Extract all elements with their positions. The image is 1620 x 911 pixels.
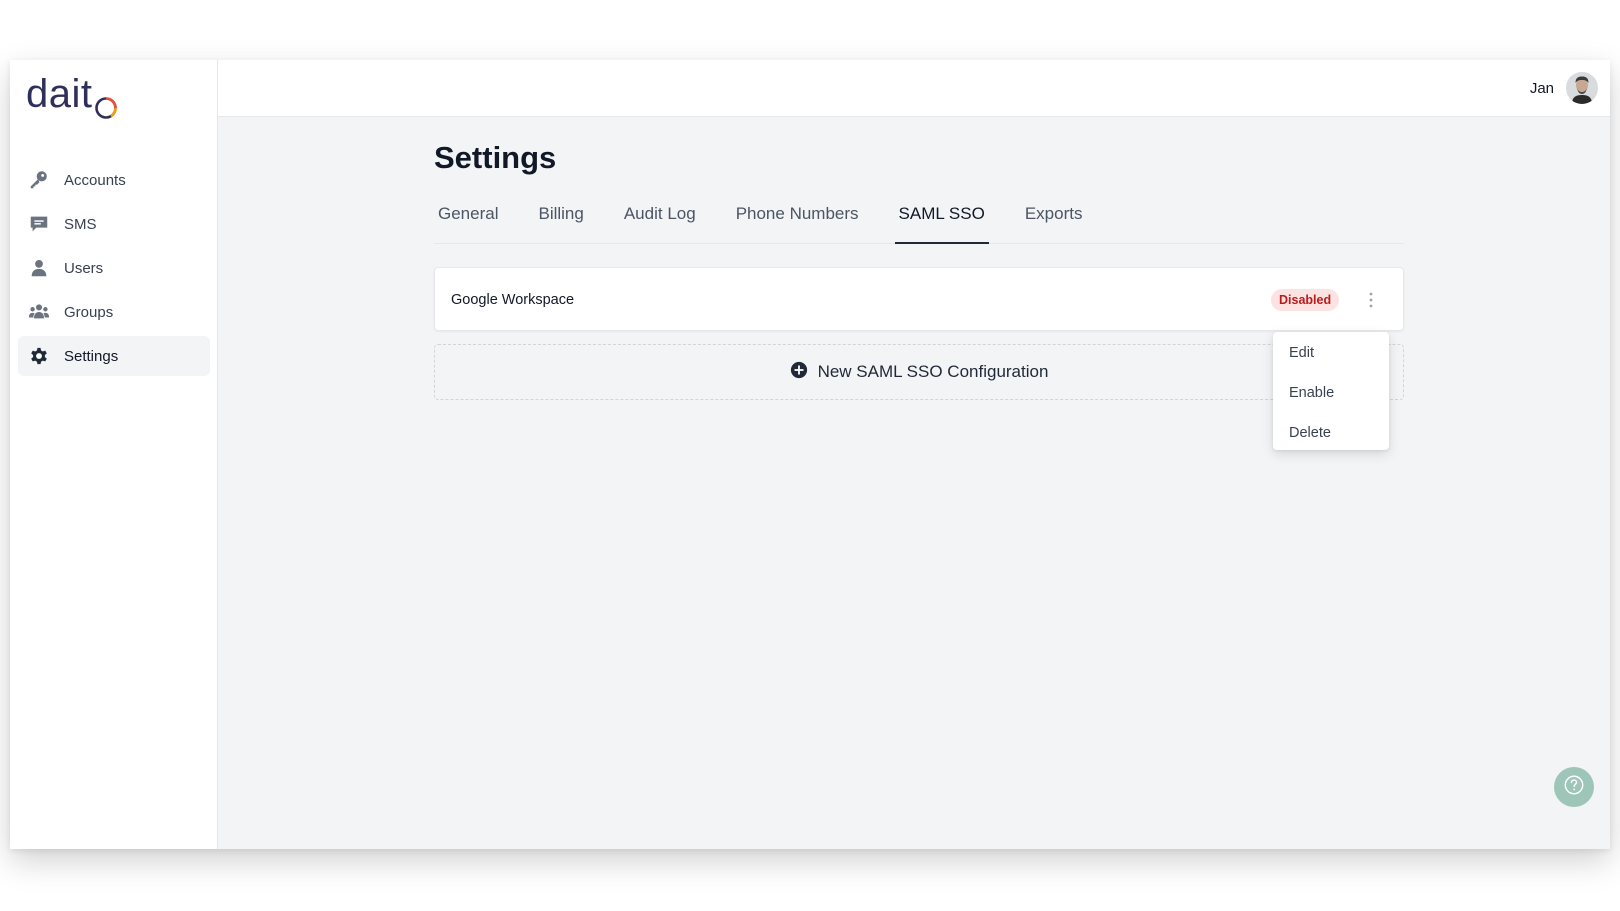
logo[interactable]: dait [26, 71, 118, 119]
sidebar-item-sms[interactable]: SMS [18, 204, 210, 244]
tab-saml-sso[interactable]: SAML SSO [894, 190, 989, 244]
help-button[interactable] [1554, 767, 1594, 807]
new-saml-config-button[interactable]: New SAML SSO Configuration [434, 344, 1404, 400]
sidebar-item-label: Accounts [64, 171, 126, 189]
chat-icon [28, 213, 50, 235]
sidebar-item-label: SMS [64, 215, 97, 233]
app-window: dait Accounts SMS Users Groups Settings … [10, 60, 1610, 849]
sidebar-item-settings[interactable]: Settings [18, 336, 210, 376]
question-icon [1563, 774, 1585, 801]
sidebar: dait Accounts SMS Users Groups Settings [10, 60, 218, 849]
tab-billing[interactable]: Billing [534, 190, 587, 244]
new-config-label: New SAML SSO Configuration [817, 362, 1049, 381]
user-name: Jan [1529, 79, 1554, 97]
logo-o-icon [94, 85, 118, 119]
user-icon [28, 257, 50, 279]
status-badge: Disabled [1271, 289, 1340, 311]
plus-circle-icon [790, 361, 808, 384]
gear-icon [28, 345, 50, 367]
more-options-icon[interactable] [1361, 286, 1381, 314]
menu-item-delete[interactable]: Delete [1273, 420, 1389, 460]
sidebar-item-accounts[interactable]: Accounts [18, 160, 210, 200]
saml-config-card: Google Workspace Disabled [434, 267, 1404, 331]
page-title: Settings [434, 140, 557, 175]
sidebar-item-groups[interactable]: Groups [18, 292, 210, 332]
menu-item-edit[interactable]: Edit [1273, 340, 1389, 380]
config-options-menu: Edit Enable Delete [1273, 332, 1389, 450]
avatar[interactable] [1566, 72, 1598, 104]
tab-audit-log[interactable]: Audit Log [620, 190, 700, 244]
key-icon [28, 169, 50, 191]
topbar: Jan [218, 60, 1610, 117]
sidebar-item-users[interactable]: Users [18, 248, 210, 288]
sidebar-item-label: Users [64, 259, 104, 277]
sidebar-nav: Accounts SMS Users Groups Settings [18, 160, 210, 380]
logo-text: dait [26, 71, 93, 116]
tab-exports[interactable]: Exports [1021, 190, 1087, 244]
sidebar-item-label: Groups [64, 303, 114, 321]
settings-tabs: General Billing Audit Log Phone Numbers … [434, 190, 1404, 244]
menu-item-enable[interactable]: Enable [1273, 380, 1389, 420]
users-group-icon [28, 301, 50, 323]
user-menu[interactable]: Jan [1530, 72, 1598, 104]
sidebar-item-label: Settings [64, 347, 119, 365]
tab-general[interactable]: General [434, 190, 502, 244]
config-name: Google Workspace [451, 292, 575, 308]
tab-phone-numbers[interactable]: Phone Numbers [732, 190, 863, 244]
